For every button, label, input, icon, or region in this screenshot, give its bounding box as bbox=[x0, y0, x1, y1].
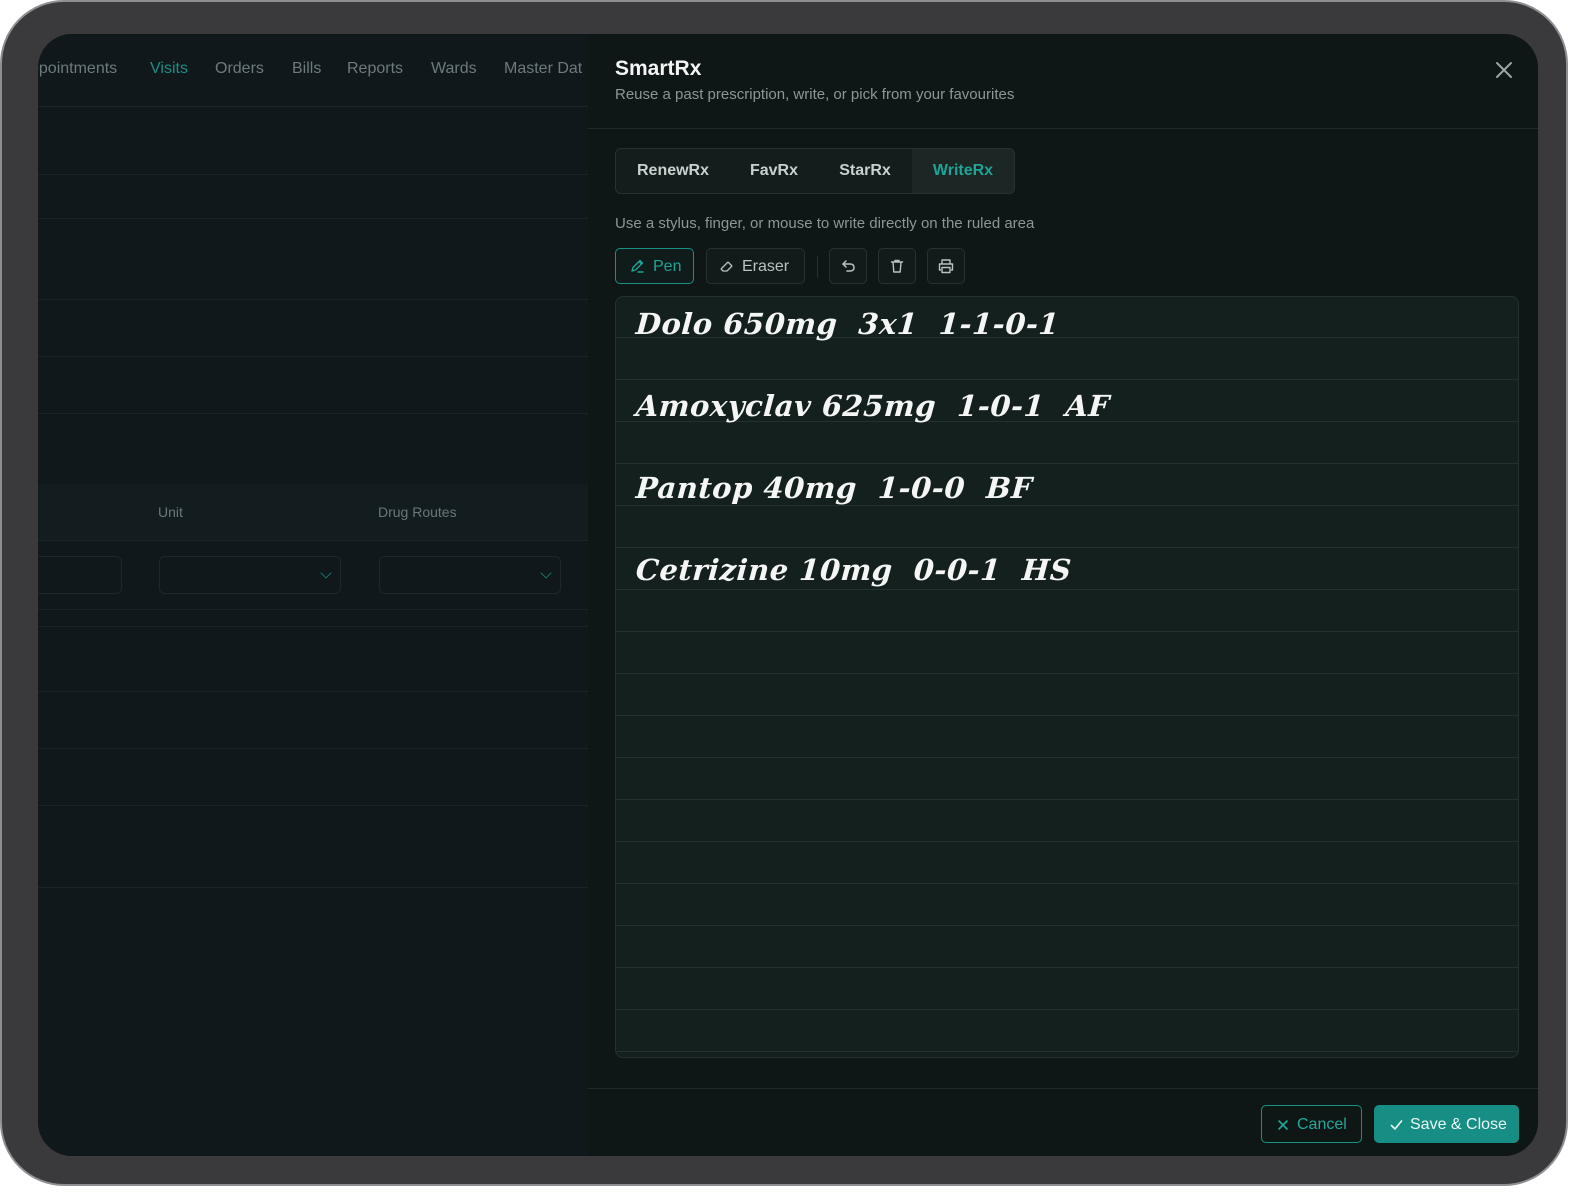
bg-divider bbox=[38, 174, 588, 175]
ruled-line bbox=[616, 589, 1518, 590]
trash-icon bbox=[890, 259, 904, 273]
nav-master-data[interactable]: Master Dat bbox=[504, 60, 582, 78]
smartrx-panel: SmartRx Reuse a past prescription, write… bbox=[588, 34, 1538, 1156]
bg-table-header: Unit Drug Routes bbox=[38, 484, 588, 541]
ruled-line bbox=[616, 883, 1518, 884]
smartrx-tabs: RenewRx FavRx StarRx WriteRx bbox=[615, 148, 1015, 194]
undo-button[interactable] bbox=[829, 248, 867, 284]
tablet-frame: ppointments Visits Orders Bills Reports … bbox=[0, 0, 1568, 1186]
handwritten-line: Amoxyclav 625mg 1-0-1 AF bbox=[634, 389, 1111, 423]
save-close-button[interactable]: Save & Close bbox=[1374, 1105, 1519, 1143]
print-button[interactable] bbox=[927, 248, 965, 284]
bg-divider bbox=[38, 218, 588, 219]
pen-icon bbox=[631, 259, 644, 273]
nav-orders[interactable]: Orders bbox=[215, 60, 264, 78]
nav-appointments[interactable]: ppointments bbox=[38, 60, 117, 78]
chevron-down-icon bbox=[540, 567, 552, 579]
drug-route-select[interactable] bbox=[379, 556, 561, 594]
ruled-line bbox=[616, 757, 1518, 758]
nav-visits[interactable]: Visits bbox=[150, 60, 188, 78]
ruled-line bbox=[616, 1009, 1518, 1010]
pen-label: Pen bbox=[653, 258, 682, 275]
ruled-line bbox=[616, 799, 1518, 800]
bg-divider bbox=[38, 299, 588, 300]
panel-header: SmartRx Reuse a past prescription, write… bbox=[588, 34, 1538, 129]
pen-tool-button[interactable]: Pen bbox=[615, 248, 694, 284]
bg-text-input[interactable] bbox=[38, 556, 122, 594]
cancel-label: Cancel bbox=[1297, 1116, 1347, 1133]
tab-favrx[interactable]: FavRx bbox=[730, 149, 818, 193]
ruled-line bbox=[616, 715, 1518, 716]
x-icon bbox=[1278, 1120, 1288, 1130]
ruled-line bbox=[616, 841, 1518, 842]
nav-bills[interactable]: Bills bbox=[292, 60, 321, 78]
toolbar-separator bbox=[817, 256, 818, 278]
eraser-icon bbox=[720, 261, 733, 272]
ruled-line bbox=[616, 925, 1518, 926]
bg-divider bbox=[38, 691, 588, 692]
ruled-line bbox=[616, 967, 1518, 968]
top-navigation: ppointments Visits Orders Bills Reports … bbox=[38, 34, 588, 107]
writing-hint: Use a stylus, finger, or mouse to write … bbox=[615, 215, 1035, 232]
background-app: ppointments Visits Orders Bills Reports … bbox=[38, 34, 588, 1156]
ruled-line bbox=[616, 379, 1518, 380]
bg-divider bbox=[38, 887, 588, 888]
handwritten-line: Pantop 40mg 1-0-0 BF bbox=[634, 471, 1034, 505]
ruled-line bbox=[616, 463, 1518, 464]
panel-subtitle: Reuse a past prescription, write, or pic… bbox=[615, 86, 1015, 103]
bg-divider bbox=[38, 413, 588, 414]
unit-select[interactable] bbox=[159, 556, 341, 594]
ruled-line bbox=[616, 673, 1518, 674]
close-icon bbox=[1496, 62, 1512, 78]
save-close-label: Save & Close bbox=[1410, 1116, 1507, 1133]
column-unit: Unit bbox=[158, 504, 183, 520]
ruled-line bbox=[616, 505, 1518, 506]
column-drug-routes: Drug Routes bbox=[378, 504, 457, 520]
nav-wards[interactable]: Wards bbox=[431, 60, 477, 78]
bg-divider bbox=[38, 805, 588, 806]
panel-title: SmartRx bbox=[615, 57, 702, 80]
nav-reports[interactable]: Reports bbox=[347, 60, 403, 78]
bg-divider bbox=[38, 356, 588, 357]
undo-icon bbox=[842, 260, 855, 272]
chevron-down-icon bbox=[320, 567, 332, 579]
tab-writerx[interactable]: WriteRx bbox=[912, 149, 1014, 193]
close-button[interactable] bbox=[1492, 58, 1516, 82]
clear-button[interactable] bbox=[878, 248, 916, 284]
handwritten-line: Cetrizine 10mg 0-0-1 HS bbox=[634, 553, 1073, 587]
screen: ppointments Visits Orders Bills Reports … bbox=[38, 34, 1538, 1156]
print-icon bbox=[938, 259, 954, 274]
cancel-button[interactable]: Cancel bbox=[1261, 1105, 1362, 1143]
eraser-tool-button[interactable]: Eraser bbox=[706, 248, 805, 284]
ruled-line bbox=[616, 631, 1518, 632]
handwritten-line: Dolo 650mg 3x1 1-1-0-1 bbox=[634, 307, 1061, 341]
bg-divider bbox=[38, 609, 588, 610]
ruled-line bbox=[616, 1051, 1518, 1052]
ruled-line bbox=[616, 547, 1518, 548]
bg-divider bbox=[38, 748, 588, 749]
bg-divider bbox=[38, 626, 588, 627]
tab-starrx[interactable]: StarRx bbox=[818, 149, 912, 193]
check-icon bbox=[1390, 1120, 1403, 1130]
writing-canvas[interactable]: Dolo 650mg 3x1 1-1-0-1 Amoxyclav 625mg 1… bbox=[615, 296, 1519, 1058]
tab-renewrx[interactable]: RenewRx bbox=[616, 149, 730, 193]
eraser-label: Eraser bbox=[742, 258, 790, 275]
panel-footer: Cancel Save & Close bbox=[588, 1088, 1538, 1156]
